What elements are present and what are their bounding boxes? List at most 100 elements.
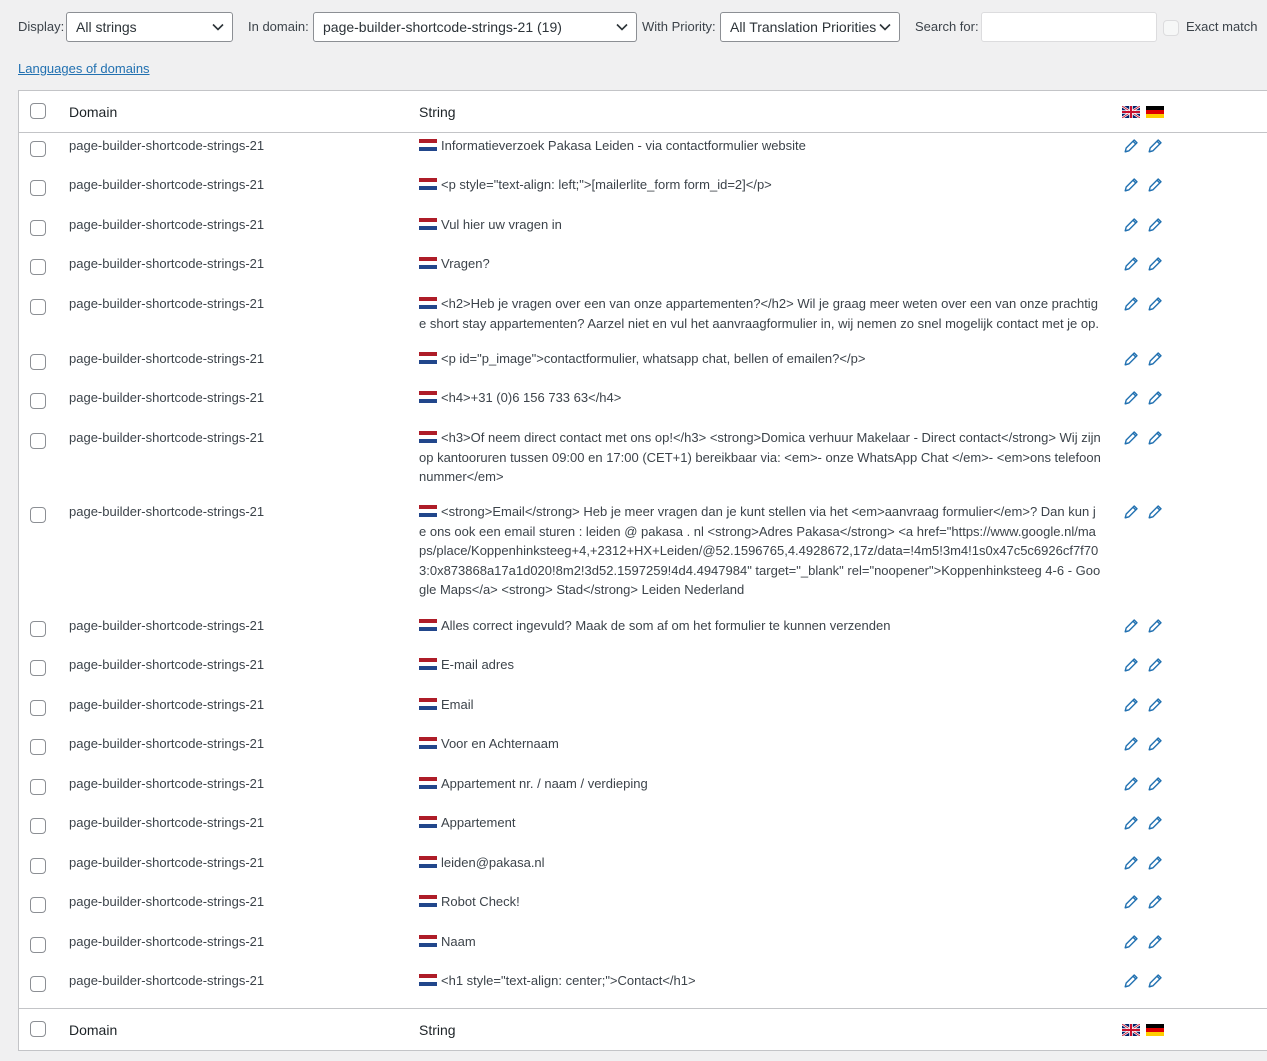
pencil-icon[interactable] xyxy=(1146,933,1164,951)
pencil-icon[interactable] xyxy=(1146,176,1164,194)
pencil-icon[interactable] xyxy=(1122,656,1140,674)
pencil-icon[interactable] xyxy=(1146,775,1164,793)
pencil-icon[interactable] xyxy=(1122,176,1140,194)
pencil-icon[interactable] xyxy=(1122,503,1140,521)
pencil-icon[interactable] xyxy=(1146,429,1164,447)
pencil-icon[interactable] xyxy=(1146,972,1164,990)
row-checkbox-cell xyxy=(30,393,46,409)
row-translation-actions xyxy=(1122,775,1170,796)
column-footer-domain[interactable]: Domain xyxy=(69,1022,117,1038)
row-string: <h4>+31 (0)6 156 733 63</h4> xyxy=(419,388,1101,408)
nl-flag-icon xyxy=(419,505,437,517)
row-checkbox[interactable] xyxy=(30,180,46,196)
row-string: Informatieverzoek Pakasa Leiden - via co… xyxy=(419,136,1101,156)
select-all-checkbox-footer[interactable] xyxy=(30,1021,46,1037)
select-all-checkbox[interactable] xyxy=(30,103,46,119)
priority-select[interactable]: All Translation Priorities xyxy=(720,12,900,42)
row-checkbox[interactable] xyxy=(30,700,46,716)
exact-match-checkbox[interactable] xyxy=(1163,20,1179,36)
row-string: Alles correct ingevuld? Maak de som af o… xyxy=(419,616,1101,636)
display-select[interactable]: All strings xyxy=(66,12,233,42)
row-translation-actions xyxy=(1122,854,1170,875)
table-footer: Domain String xyxy=(19,1008,1267,1050)
row-checkbox-cell xyxy=(30,141,46,157)
pencil-icon[interactable] xyxy=(1146,814,1164,832)
row-string-text: Vul hier uw vragen in xyxy=(441,217,562,232)
pencil-icon[interactable] xyxy=(1122,696,1140,714)
search-label: Search for: xyxy=(915,19,979,34)
column-header-string[interactable]: String xyxy=(419,104,456,120)
row-string: E-mail adres xyxy=(419,655,1101,675)
column-footer-string[interactable]: String xyxy=(419,1022,456,1038)
row-checkbox[interactable] xyxy=(30,976,46,992)
nl-flag-icon xyxy=(419,816,437,828)
pencil-icon[interactable] xyxy=(1146,255,1164,273)
pencil-icon[interactable] xyxy=(1122,429,1140,447)
pencil-icon[interactable] xyxy=(1122,389,1140,407)
row-domain: page-builder-shortcode-strings-21 xyxy=(69,217,265,232)
pencil-icon[interactable] xyxy=(1122,893,1140,911)
pencil-icon[interactable] xyxy=(1146,854,1164,872)
row-checkbox[interactable] xyxy=(30,621,46,637)
nl-flag-icon xyxy=(419,218,437,230)
pencil-icon[interactable] xyxy=(1146,350,1164,368)
column-header-domain[interactable]: Domain xyxy=(69,104,117,120)
pencil-icon[interactable] xyxy=(1146,617,1164,635)
pencil-icon[interactable] xyxy=(1122,295,1140,313)
row-checkbox[interactable] xyxy=(30,818,46,834)
pencil-icon[interactable] xyxy=(1122,814,1140,832)
pencil-icon[interactable] xyxy=(1122,972,1140,990)
row-checkbox[interactable] xyxy=(30,507,46,523)
pencil-icon[interactable] xyxy=(1146,389,1164,407)
row-checkbox-cell xyxy=(30,507,46,523)
pencil-icon[interactable] xyxy=(1122,255,1140,273)
pencil-icon[interactable] xyxy=(1146,216,1164,234)
pencil-icon[interactable] xyxy=(1146,735,1164,753)
pencil-icon[interactable] xyxy=(1146,656,1164,674)
nl-flag-icon xyxy=(419,935,437,947)
row-checkbox[interactable] xyxy=(30,393,46,409)
search-input[interactable] xyxy=(981,12,1157,42)
row-checkbox[interactable] xyxy=(30,897,46,913)
pencil-icon[interactable] xyxy=(1122,216,1140,234)
row-checkbox[interactable] xyxy=(30,937,46,953)
languages-of-domains-link[interactable]: Languages of domains xyxy=(18,61,150,76)
pencil-icon[interactable] xyxy=(1146,893,1164,911)
row-checkbox[interactable] xyxy=(30,858,46,874)
row-translation-actions xyxy=(1122,735,1170,756)
row-checkbox-cell xyxy=(30,858,46,874)
domain-select[interactable]: page-builder-shortcode-strings-21 (19) xyxy=(313,12,637,42)
row-string: <p style="text-align: left;">[mailerlite… xyxy=(419,175,1101,195)
chevron-down-icon xyxy=(616,23,628,31)
row-checkbox[interactable] xyxy=(30,299,46,315)
nl-flag-icon xyxy=(419,895,437,907)
row-checkbox[interactable] xyxy=(30,433,46,449)
row-checkbox[interactable] xyxy=(30,354,46,370)
row-checkbox[interactable] xyxy=(30,660,46,676)
row-checkbox[interactable] xyxy=(30,779,46,795)
pencil-icon[interactable] xyxy=(1122,137,1140,155)
pencil-icon[interactable] xyxy=(1146,503,1164,521)
row-checkbox[interactable] xyxy=(30,220,46,236)
row-checkbox[interactable] xyxy=(30,141,46,157)
pencil-icon[interactable] xyxy=(1122,854,1140,872)
row-string-text: <p id="p_image">contactformulier, whatsa… xyxy=(441,351,866,366)
pencil-icon[interactable] xyxy=(1146,295,1164,313)
row-checkbox[interactable] xyxy=(30,739,46,755)
row-checkbox[interactable] xyxy=(30,259,46,275)
row-string-text: Vragen? xyxy=(441,256,490,271)
pencil-icon[interactable] xyxy=(1122,350,1140,368)
row-string: leiden@pakasa.nl xyxy=(419,853,1101,873)
pencil-icon[interactable] xyxy=(1122,617,1140,635)
row-string-text: Alles correct ingevuld? Maak de som af o… xyxy=(441,618,891,633)
pencil-icon[interactable] xyxy=(1122,933,1140,951)
row-string: <p id="p_image">contactformulier, whatsa… xyxy=(419,349,1101,369)
pencil-icon[interactable] xyxy=(1146,137,1164,155)
table-row: page-builder-shortcode-strings-21 E-mail … xyxy=(19,652,1267,692)
row-domain: page-builder-shortcode-strings-21 xyxy=(69,256,265,271)
pencil-icon[interactable] xyxy=(1122,735,1140,753)
pencil-icon[interactable] xyxy=(1146,696,1164,714)
pencil-icon[interactable] xyxy=(1122,775,1140,793)
uk-flag-icon xyxy=(1122,1024,1140,1036)
row-domain: page-builder-shortcode-strings-21 xyxy=(69,351,265,366)
